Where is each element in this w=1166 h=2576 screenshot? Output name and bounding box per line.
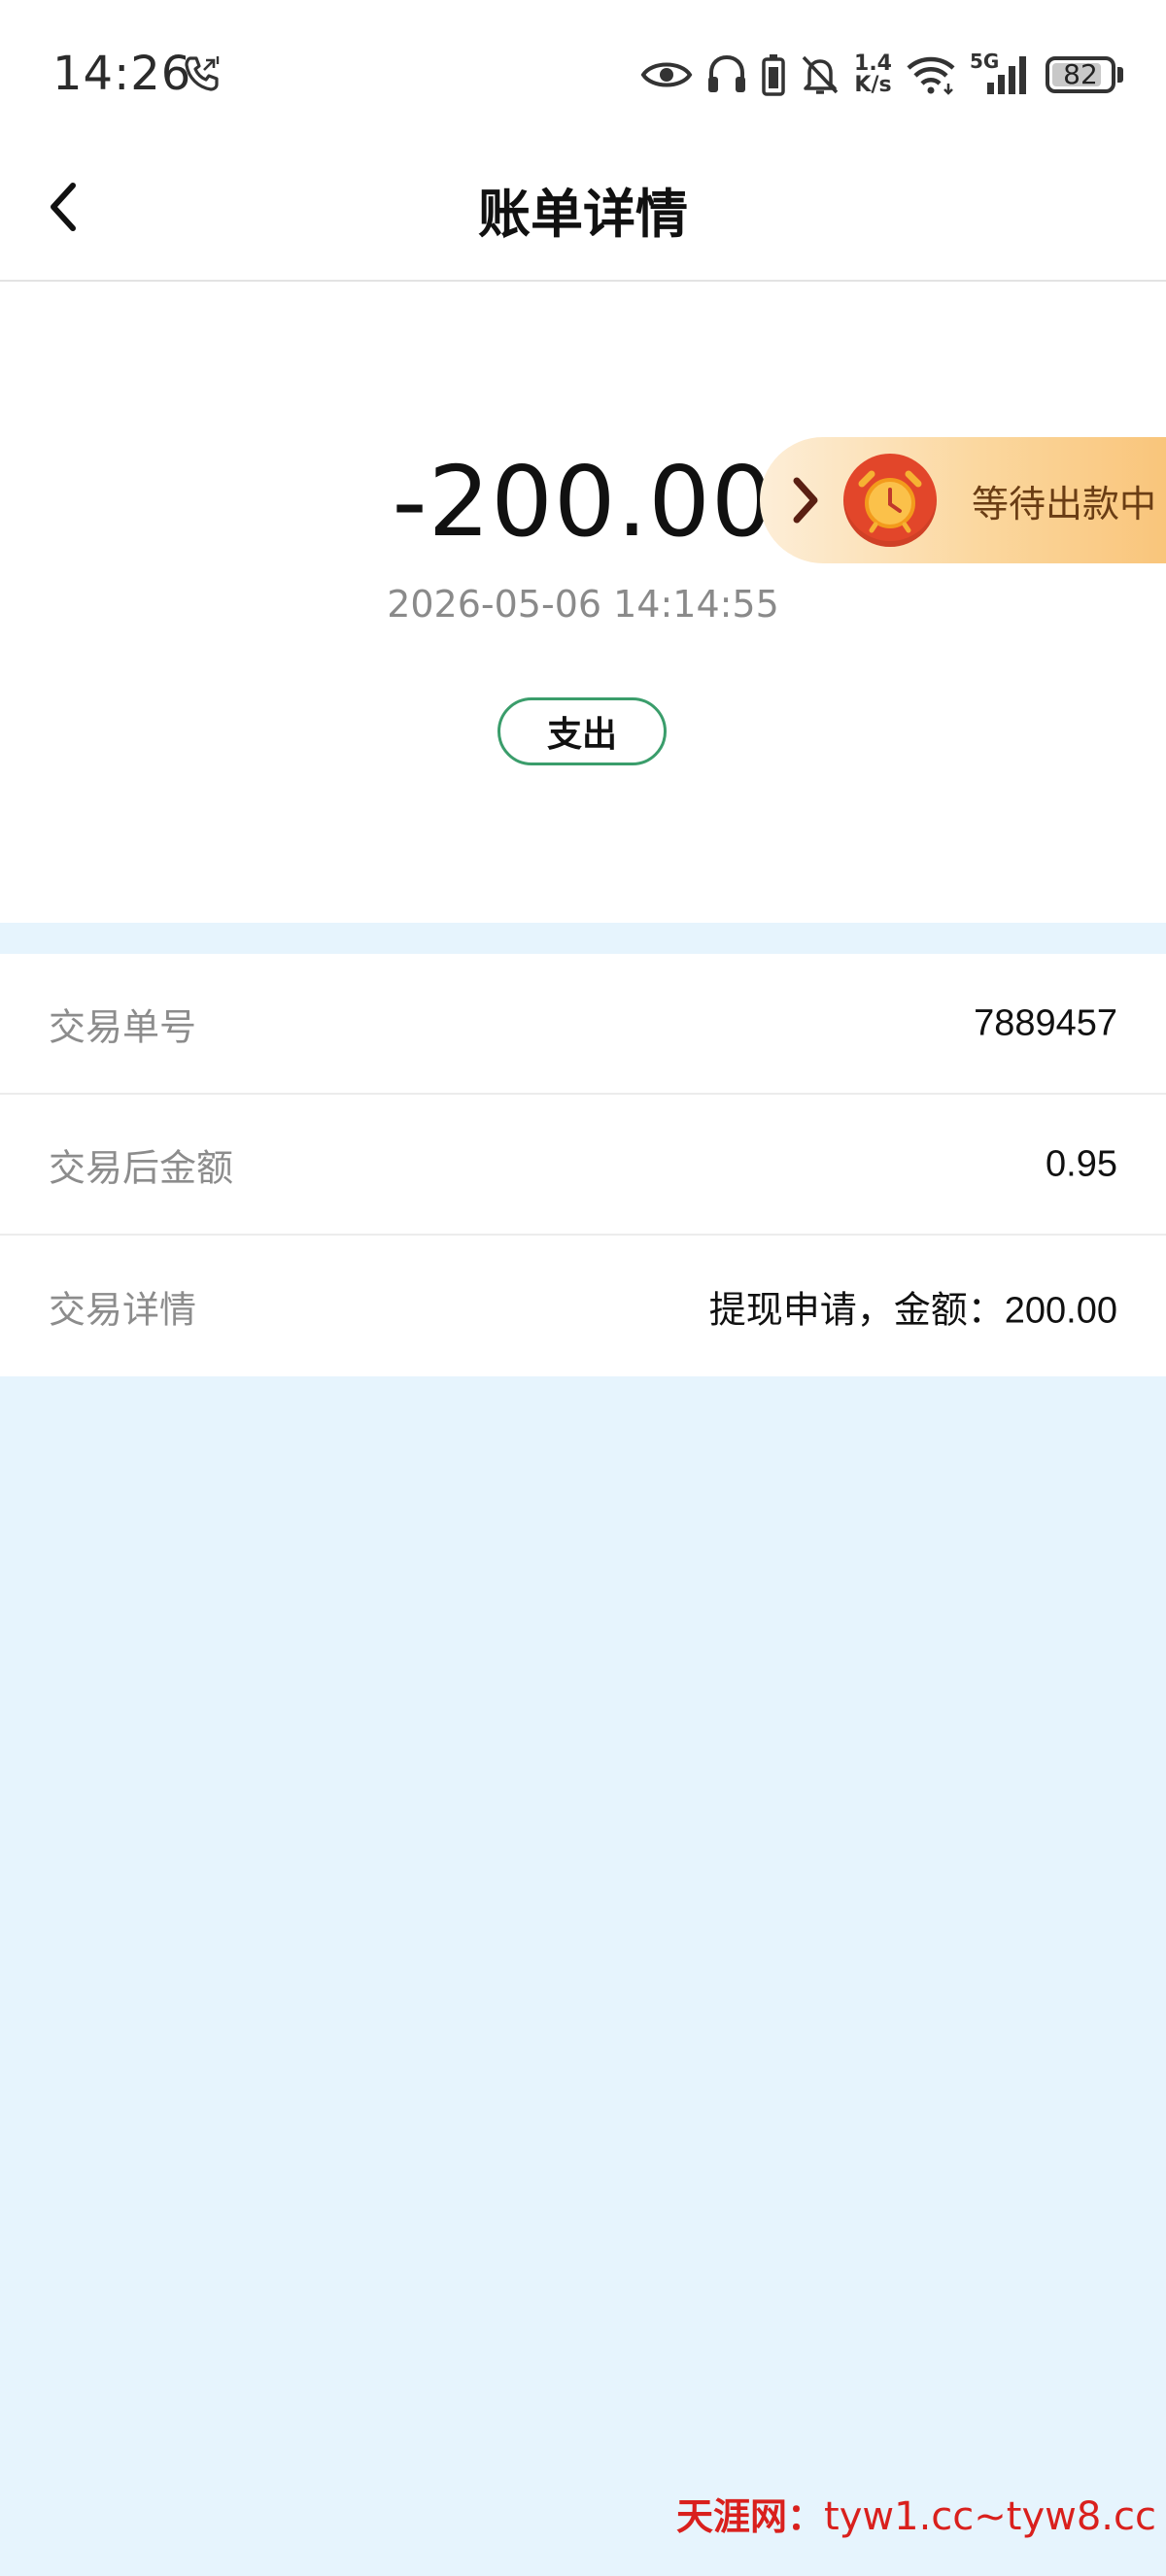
- detail-value: 提现申请，金额：200.00: [708, 1290, 1117, 1331]
- status-bar: 14:26 1.4 K/s 5G 82: [0, 0, 1166, 146]
- transaction-type-badge: 支出: [497, 697, 667, 765]
- detail-row-balance-after: 交易后金额 0.95: [0, 1095, 1166, 1236]
- battery-level: 82: [1063, 58, 1098, 90]
- network-speed-value: 1.4: [854, 51, 892, 76]
- bill-summary: -200.00 2026-05-06 14:14:55 支出 等待出款中: [0, 282, 1166, 923]
- eye-icon: [640, 62, 693, 87]
- headphones-icon: [708, 54, 746, 92]
- page-title: 账单详情: [478, 186, 688, 244]
- detail-value: 0.95: [1046, 1143, 1117, 1184]
- alarm-clock-icon: [843, 454, 937, 547]
- withdrawal-status-label: 等待出款中: [972, 484, 1157, 525]
- alarm-clock-graphic: [858, 470, 922, 533]
- detail-row-order-number: 交易单号 7889457: [0, 954, 1166, 1095]
- status-time: 14:26: [52, 47, 192, 101]
- detail-label: 交易后金额: [49, 1148, 234, 1189]
- battery-icon: 82: [1046, 56, 1115, 93]
- watermark: 天涯网： tyw1.cc~tyw8.cc: [676, 2487, 1156, 2540]
- network-speed: 1.4 K/s: [854, 53, 892, 96]
- watermark-brand: 天涯网：: [676, 2494, 825, 2538]
- transaction-details-list: 交易单号 7889457 交易后金额 0.95 交易详情 提现申请，金额：200…: [0, 954, 1166, 1376]
- detail-label: 交易单号: [49, 1007, 197, 1048]
- detail-row-description: 交易详情 提现申请，金额：200.00: [0, 1236, 1166, 1376]
- status-icons: 1.4 K/s 5G 82: [640, 49, 1123, 101]
- signal-bars-icon: [987, 56, 1026, 94]
- detail-value: 7889457: [974, 1002, 1117, 1043]
- transaction-datetime: 2026-05-06 14:14:55: [387, 583, 779, 626]
- watermark-urls: tyw1.cc~tyw8.cc: [824, 2494, 1156, 2539]
- wifi-icon: [907, 56, 955, 95]
- battery-saver-icon: [762, 54, 785, 96]
- network-speed-unit: K/s: [854, 73, 892, 97]
- chevron-right-icon: [793, 477, 818, 524]
- battery-terminal: [1117, 67, 1123, 83]
- battery-indicator: 82: [1046, 56, 1123, 93]
- nav-header: 账单详情: [0, 146, 1166, 282]
- mute-bell-icon: [802, 55, 839, 94]
- wifi-call-icon: [185, 56, 220, 91]
- detail-label: 交易详情: [49, 1290, 197, 1331]
- cellular-signal: 5G: [970, 50, 1032, 96]
- withdrawal-status-pill[interactable]: 等待出款中: [760, 437, 1166, 563]
